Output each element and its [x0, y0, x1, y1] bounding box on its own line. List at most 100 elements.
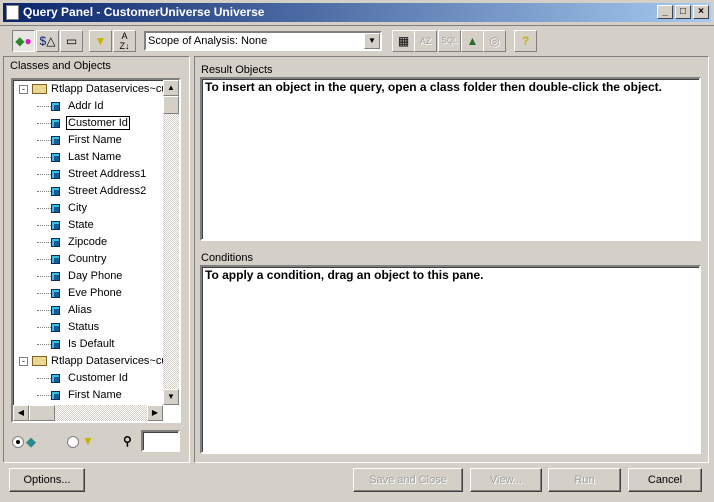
object-label: Status [68, 321, 100, 333]
tree-object-item[interactable]: City [37, 200, 88, 217]
scroll-left-button[interactable]: ◀ [13, 405, 29, 421]
conditions-hint: To apply a condition, drag an object to … [205, 268, 484, 282]
tree-object-item[interactable]: Eve Phone [37, 285, 123, 302]
vertical-scrollbar[interactable]: ▲ ▼ [163, 80, 179, 405]
tree-object-item[interactable]: Is Default [37, 336, 115, 353]
tree-object-item[interactable]: Street Address2 [37, 183, 147, 200]
object-label: Eve Phone [68, 287, 122, 299]
minimize-button[interactable]: _ [657, 5, 673, 19]
tree-object-item[interactable]: Customer Id [37, 370, 129, 387]
tree-object-item[interactable]: Street Address1 [37, 166, 147, 183]
find-input[interactable] [141, 430, 180, 452]
tree-class-folder[interactable]: - Rtlapp Dataservices~cu [19, 353, 167, 370]
hscroll-thumb[interactable] [29, 405, 55, 421]
title-bar: Query Panel - CustomerUniverse Universe … [0, 0, 714, 26]
object-icon [51, 373, 60, 383]
tree-object-item[interactable]: First Name [37, 387, 123, 404]
collapse-icon[interactable]: - [19, 356, 28, 366]
object-icon [51, 220, 60, 230]
app-icon [6, 5, 19, 20]
object-icon [51, 118, 60, 128]
sql-icon: SQL [438, 30, 461, 52]
tree-object-item[interactable]: Day Phone [37, 268, 123, 285]
folder-icon [32, 84, 47, 95]
object-icon [51, 203, 60, 213]
object-label: Street Address2 [68, 185, 147, 197]
classes-objects-icon[interactable]: ◆● [12, 30, 35, 52]
tree-object-item[interactable]: Addr Id [37, 98, 104, 115]
object-icon [51, 390, 60, 400]
object-label: First Name [68, 389, 122, 401]
run-button: Run [548, 468, 621, 492]
tree-object-item[interactable]: Zipcode [37, 234, 108, 251]
conditions-radio[interactable] [67, 436, 79, 448]
result-hint: To insert an object in the query, open a… [205, 80, 662, 94]
object-icon [51, 135, 60, 145]
object-label: Customer Id [66, 116, 130, 130]
window-title: Query Panel - CustomerUniverse Universe [23, 5, 265, 19]
scroll-thumb[interactable] [163, 96, 179, 114]
conditions-pane[interactable]: To apply a condition, drag an object to … [200, 265, 701, 454]
conditions-label: Conditions [201, 252, 253, 264]
object-label: Customer Id [68, 372, 128, 384]
properties-icon[interactable]: ▭ [60, 30, 83, 52]
class-label: Rtlapp Dataservices~cu [51, 355, 167, 367]
tree-object-item[interactable]: Alias [37, 302, 93, 319]
operands-icon[interactable]: $△ [36, 30, 59, 52]
filter-icon[interactable]: ▼ [89, 30, 112, 52]
folder-icon [32, 356, 47, 367]
tree-object-item[interactable]: First Name [37, 132, 123, 149]
help-icon[interactable]: ? [514, 30, 537, 52]
chevron-down-icon[interactable]: ▼ [364, 33, 380, 49]
scope-dropdown[interactable]: Scope of Analysis: None ▼ [144, 31, 382, 51]
objects-radio[interactable] [12, 436, 24, 448]
result-objects-pane[interactable]: To insert an object in the query, open a… [200, 77, 701, 241]
object-icon [51, 169, 60, 179]
tree-object-item[interactable]: State [37, 217, 95, 234]
object-icon [51, 237, 60, 247]
grid-icon[interactable]: ▦ [392, 30, 415, 52]
object-icon [51, 254, 60, 264]
maximize-button[interactable]: □ [675, 5, 691, 19]
scope-value: Scope of Analysis: None [148, 35, 268, 47]
object-icon [51, 186, 60, 196]
tree-object-item[interactable]: Customer Id [37, 115, 130, 132]
view-button: View... [470, 468, 542, 492]
close-button[interactable]: × [693, 5, 709, 19]
object-icon [51, 288, 60, 298]
object-label: Country [68, 253, 107, 265]
object-label: Street Address1 [68, 168, 147, 180]
object-label: Day Phone [68, 270, 123, 282]
tree-class-folder[interactable]: - Rtlapp Dataservices~cu [19, 81, 167, 98]
object-icon [51, 305, 60, 315]
sort-disabled-icon: AZ [414, 30, 437, 52]
tree-object-item[interactable]: Country [37, 251, 108, 268]
object-label: Last Name [68, 151, 122, 163]
tree-object-item[interactable]: Status [37, 319, 100, 336]
scroll-down-button[interactable]: ▼ [163, 389, 179, 405]
tree-object-item[interactable]: Last Name [37, 149, 122, 166]
object-label: Zipcode [68, 236, 108, 248]
object-label: City [68, 202, 87, 214]
object-icon [51, 152, 60, 162]
collapse-icon[interactable]: - [19, 84, 28, 94]
object-label: Alias [68, 304, 92, 316]
filter-view-icon: ▼ [82, 434, 94, 448]
edit-query-icon[interactable]: ▲ [461, 30, 484, 52]
object-icon [51, 271, 60, 281]
scroll-up-button[interactable]: ▲ [163, 80, 179, 96]
sort-icon[interactable]: A Z↓ [113, 30, 136, 52]
scroll-right-button[interactable]: ▶ [147, 405, 163, 421]
classes-heading: Classes and Objects [10, 60, 111, 72]
view-disabled-icon: ◎ [483, 30, 506, 52]
object-label: Is Default [68, 338, 115, 350]
horizontal-scrollbar[interactable]: ◀ ▶ [13, 405, 163, 421]
cancel-button[interactable]: Cancel [628, 468, 702, 492]
object-label: First Name [68, 134, 122, 146]
class-tree[interactable]: - Rtlapp Dataservices~cu Addr Id Customer I… [11, 78, 181, 423]
options-button[interactable]: Options... [9, 468, 85, 492]
object-icon [51, 339, 60, 349]
objects-view-icon: ◆ [26, 434, 36, 449]
find-icon[interactable]: ⚲ [123, 434, 132, 448]
object-label: Addr Id [68, 100, 104, 112]
